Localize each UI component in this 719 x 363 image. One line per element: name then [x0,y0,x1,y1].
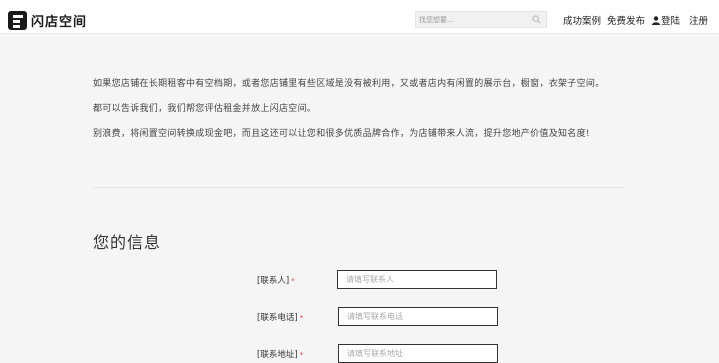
contact-address-label-text: [联系地址] [257,350,298,360]
contact-name-input[interactable] [337,270,497,289]
contact-phone-label: [联系电话] * [257,311,303,323]
contact-address-label: [联系地址] * [257,348,303,360]
contact-phone-label-text: [联系电话] [257,313,298,323]
contact-phone-input[interactable] [338,307,498,326]
search-input[interactable] [416,12,529,27]
required-mark: * [299,314,304,322]
intro-line-3: 别浪费，将闲置空间转换成现金吧，而且这还可以让您和很多优质品牌合作，为店铺带来人… [93,129,590,139]
nav-login-label: 登陆 [661,16,681,27]
contact-address-input[interactable] [338,344,498,363]
header: 闪店空间 成功案例 免费发布 登陆 注册 [0,0,719,34]
logo-mark-icon [8,10,27,30]
nav-login[interactable]: 登陆 [652,13,680,27]
nav-register[interactable]: 注册 [689,13,708,27]
required-mark: * [299,351,304,359]
required-mark: * [291,277,295,285]
search-box [415,11,547,28]
intro-line-2: 都可以告诉我们，我们帮您评估租金并放上闪店空间。 [93,104,317,114]
user-icon [652,15,660,25]
contact-name-label: [联系人] * [257,274,295,286]
contact-name-label-text: [联系人] [257,276,290,286]
intro-line-1: 如果您店铺在长期租客中有空档期，或者您店铺里有些区域是没有被利用，又或者店内有闲… [93,79,605,89]
logo[interactable]: 闪店空间 [8,9,87,31]
nav-free-publish[interactable]: 免费发布 [607,13,645,27]
section-title: 您的信息 [93,233,162,252]
nav-success-cases[interactable]: 成功案例 [563,13,601,27]
logo-text: 闪店空间 [31,14,88,30]
divider [93,187,624,188]
search-icon[interactable] [532,15,541,24]
